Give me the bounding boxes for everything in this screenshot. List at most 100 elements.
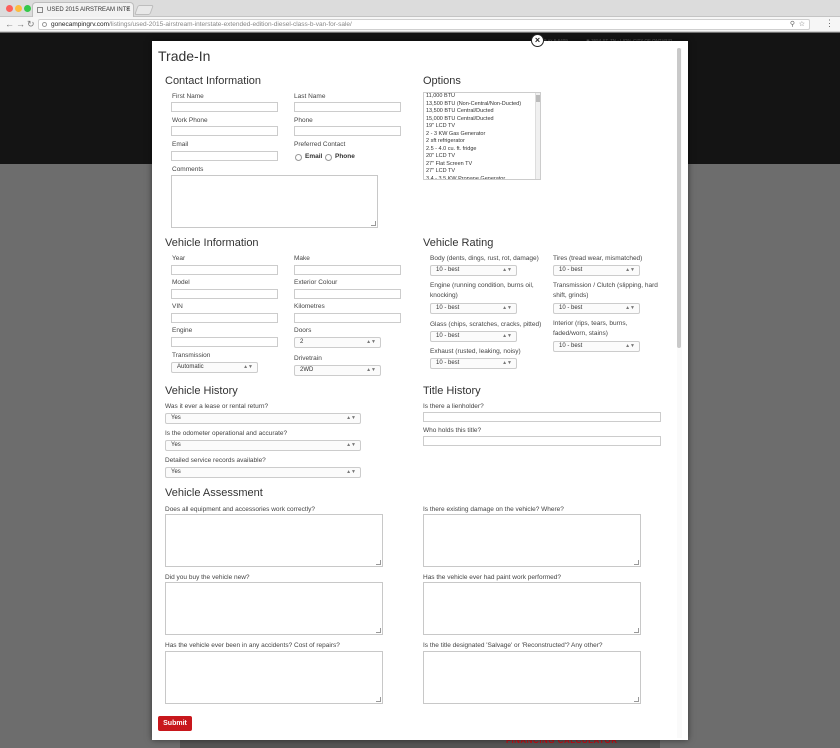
model-input[interactable] [171, 289, 278, 299]
options-scrollbar[interactable] [535, 93, 540, 179]
interior-rating-value: 10 - best [559, 343, 583, 349]
drivetrain-select[interactable]: 2WD ▲▼ [294, 365, 381, 376]
option-item[interactable]: 2.5 - 4.0 cu. ft. fridge [426, 146, 536, 154]
transmission-rating-value: 10 - best [559, 305, 583, 311]
minimize-window-button[interactable] [15, 5, 22, 12]
chevron-down-icon: ▲▼ [243, 364, 253, 370]
service-records-value: Yes [171, 469, 181, 475]
option-item[interactable]: 15,000 BTU Central/Ducted [426, 116, 536, 124]
equipment-textarea[interactable] [165, 514, 383, 567]
title-holder-label: Who holds this title? [423, 427, 482, 434]
lease-select[interactable]: Yes ▲▼ [165, 413, 361, 424]
transmission-rating-select[interactable]: 10 - best ▲▼ [553, 303, 640, 314]
option-item[interactable]: 2 - 3 KW Gas Generator [426, 131, 536, 139]
make-label: Make [294, 255, 310, 262]
make-input[interactable] [294, 265, 401, 275]
exterior-colour-input[interactable] [294, 289, 401, 299]
options-scroll-thumb[interactable] [536, 95, 540, 102]
exhaust-rating-value: 10 - best [436, 360, 460, 366]
preferred-email-radio[interactable] [295, 154, 302, 161]
odometer-select[interactable]: Yes ▲▼ [165, 440, 361, 451]
close-modal-button[interactable]: × [531, 34, 544, 47]
salvage-question-label: Is the title designated 'Salvage' or 'Re… [423, 642, 603, 649]
modal-scroll-thumb[interactable] [677, 48, 681, 348]
back-arrow-icon[interactable]: ← [5, 18, 14, 30]
tires-rating-select[interactable]: 10 - best ▲▼ [553, 265, 640, 276]
lease-question-label: Was it ever a lease or rental return? [165, 403, 269, 410]
service-records-select[interactable]: Yes ▲▼ [165, 467, 361, 478]
cast-icon[interactable]: ⚲ [790, 20, 795, 29]
close-window-button[interactable] [6, 5, 13, 12]
body-rating-select[interactable]: 10 - best ▲▼ [430, 265, 517, 276]
forward-arrow-icon[interactable]: → [16, 18, 25, 30]
option-item[interactable]: 19" LCD TV [426, 123, 536, 131]
lease-value: Yes [171, 415, 181, 421]
doors-select[interactable]: 2 ▲▼ [294, 337, 381, 348]
last-name-label: Last Name [294, 93, 326, 100]
options-listbox[interactable]: 11,000 BTU 13,500 BTU (Non-Central/Non-Du… [423, 92, 541, 180]
chevron-down-icon: ▲▼ [625, 267, 635, 273]
comments-textarea[interactable] [171, 175, 378, 228]
paint-work-textarea[interactable] [423, 582, 641, 635]
vehicle-assessment-heading: Vehicle Assessment [165, 487, 263, 499]
year-input[interactable] [171, 265, 278, 275]
comments-label: Comments [172, 166, 204, 173]
interior-rating-select[interactable]: 10 - best ▲▼ [553, 341, 640, 352]
glass-rating-label: Glass (chips, scratches, cracks, pitted) [430, 321, 542, 328]
salvage-textarea[interactable] [423, 651, 641, 704]
vehicle-information-heading: Vehicle Information [165, 237, 259, 249]
chevron-down-icon: ▲▼ [346, 469, 356, 475]
first-name-input[interactable] [171, 102, 278, 112]
option-item[interactable]: 11,000 BTU [426, 93, 536, 101]
option-item[interactable]: 3.4 - 3.5 KW Propane Generator [426, 176, 536, 180]
first-name-label: First Name [172, 93, 204, 100]
close-tab-icon[interactable]: × [126, 3, 130, 17]
lienholder-input[interactable] [423, 412, 661, 422]
email-input[interactable] [171, 151, 278, 161]
address-bar[interactable]: gonecampingrv.com/listings/used-2015-air… [38, 19, 810, 30]
chevron-down-icon: ▲▼ [625, 305, 635, 311]
chevron-down-icon: ▲▼ [502, 267, 512, 273]
option-item[interactable]: 27" LCD TV [426, 168, 536, 176]
glass-rating-select[interactable]: 10 - best ▲▼ [430, 331, 517, 342]
browser-tab[interactable]: USED 2015 AIRSTREAM INTE × [32, 2, 134, 17]
body-rating-label: Body (dents, dings, rust, rot, damage) [430, 255, 539, 262]
preferred-phone-radio[interactable] [325, 154, 332, 161]
damage-textarea[interactable] [423, 514, 641, 567]
last-name-input[interactable] [294, 102, 401, 112]
bookmark-star-icon[interactable]: ☆ [799, 20, 805, 29]
email-label: Email [172, 141, 189, 148]
option-item[interactable]: 27" Flat Screen TV [426, 161, 536, 169]
url-path: /listings/used-2015-airstream-interstate… [109, 21, 352, 28]
title-holder-input[interactable] [423, 436, 661, 446]
kilometres-input[interactable] [294, 313, 401, 323]
reload-icon[interactable]: ↻ [27, 18, 35, 30]
exhaust-rating-select[interactable]: 10 - best ▲▼ [430, 358, 517, 369]
transmission-value: Automatic [177, 364, 204, 370]
option-item[interactable]: 13,500 BTU (Non-Central/Non-Ducted) [426, 101, 536, 109]
browser-menu-icon[interactable]: ⋮ [825, 18, 834, 29]
option-item[interactable]: 20" LCD TV [426, 153, 536, 161]
modal-scrollbar[interactable] [677, 48, 682, 738]
new-tab-button[interactable] [134, 5, 154, 15]
transmission-select[interactable]: Automatic ▲▼ [171, 362, 258, 373]
option-item[interactable]: 2 sft refrigerator [426, 138, 536, 146]
page-info-icon[interactable] [42, 22, 47, 27]
chevron-down-icon: ▲▼ [366, 367, 376, 373]
title-history-heading: Title History [423, 385, 481, 397]
preferred-email-label: Email [305, 153, 323, 160]
browser-tab-bar: USED 2015 AIRSTREAM INTE × [0, 0, 840, 17]
option-item[interactable]: 13,500 BTU Central/Ducted [426, 108, 536, 116]
work-phone-input[interactable] [171, 126, 278, 136]
phone-label: Phone [294, 117, 313, 124]
engine-input[interactable] [171, 337, 278, 347]
vin-input[interactable] [171, 313, 278, 323]
accidents-textarea[interactable] [165, 651, 383, 704]
maximize-window-button[interactable] [24, 5, 31, 12]
interior-rating-label: Interior (rips, tears, burns, faded/worn… [553, 320, 628, 337]
tires-rating-label: Tires (tread wear, mismatched) [553, 255, 643, 262]
engine-rating-select[interactable]: 10 - best ▲▼ [430, 303, 517, 314]
bought-new-textarea[interactable] [165, 582, 383, 635]
submit-button[interactable]: Submit [158, 716, 192, 731]
phone-input[interactable] [294, 126, 401, 136]
